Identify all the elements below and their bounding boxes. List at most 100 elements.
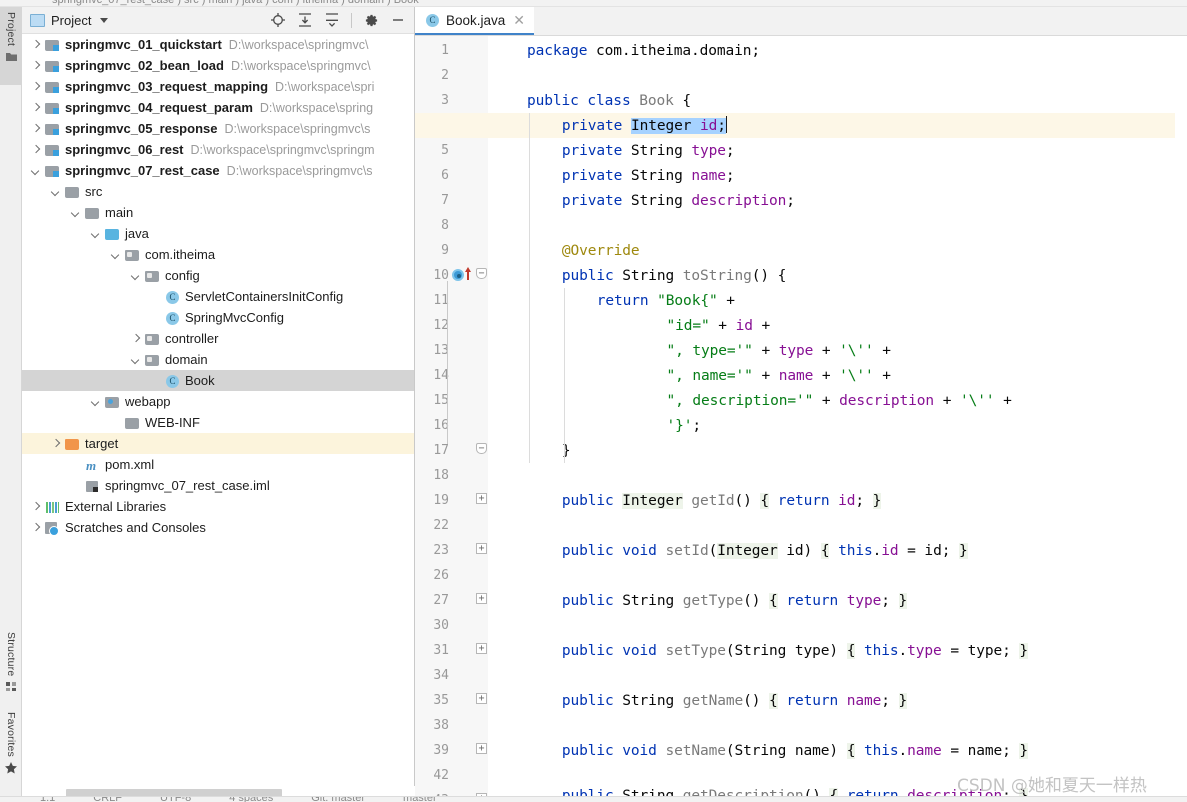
hide-panel-icon[interactable] (390, 12, 406, 28)
chevron-right-icon[interactable] (30, 81, 42, 93)
gutter-line-34[interactable]: 34 (415, 663, 488, 688)
fold-expand-icon[interactable]: + (476, 493, 487, 504)
chevron-down-icon[interactable] (30, 165, 42, 177)
gutter-line-17[interactable]: 17 − (415, 438, 488, 463)
chevron-right-icon[interactable] (30, 501, 42, 513)
editor-gutter[interactable]: 12345678910−11121314151617−1819+2223+262… (415, 36, 488, 802)
code-line-6[interactable]: private String name; (562, 163, 735, 188)
chevron-right-icon[interactable] (30, 522, 42, 534)
tree-node-com-itheima[interactable]: com.itheima (22, 244, 414, 265)
gutter-line-16[interactable]: 16 (415, 413, 488, 438)
tree-node-controller[interactable]: controller (22, 328, 414, 349)
code-text[interactable]: package com.itheima.domain; public class … (415, 36, 1187, 802)
collapse-all-icon[interactable] (324, 12, 340, 28)
gutter-line-30[interactable]: 30 (415, 613, 488, 638)
fold-end-icon[interactable]: − (476, 443, 487, 454)
fold-expand-icon[interactable]: + (476, 643, 487, 654)
settings-gear-icon[interactable] (363, 12, 379, 28)
tree-node-web-inf[interactable]: WEB-INF (22, 412, 414, 433)
tree-node-target[interactable]: target (22, 433, 414, 454)
tree-node-springmvc-05-response[interactable]: springmvc_05_response D:\workspace\spring… (22, 118, 414, 139)
tree-node-springmvc-04-request-param[interactable]: springmvc_04_request_param D:\workspace\s… (22, 97, 414, 118)
gutter-line-35[interactable]: 35 + (415, 688, 488, 713)
tree-node-springmvc-03-request-mapping[interactable]: springmvc_03_request_mapping D:\workspace… (22, 76, 414, 97)
chevron-right-icon[interactable] (30, 60, 42, 72)
status-item[interactable]: 1:1 (40, 797, 55, 802)
status-item[interactable]: CRLF (93, 797, 122, 802)
project-tree[interactable]: springmvc_01_quickstart D:\workspace\spri… (22, 34, 414, 786)
chevron-right-icon[interactable] (50, 438, 62, 450)
code-line-4[interactable]: private Integer id; (562, 113, 728, 138)
tree-node-external-libraries[interactable]: External Libraries (22, 496, 414, 517)
gutter-line-18[interactable]: 18 (415, 463, 488, 488)
status-item[interactable]: UTF-8 (160, 797, 191, 802)
code-line-10[interactable]: public String toString() { (562, 263, 787, 288)
tree-node-src[interactable]: src (22, 181, 414, 202)
chevron-right-icon[interactable] (30, 39, 42, 51)
gutter-line-14[interactable]: 14 (415, 363, 488, 388)
chevron-down-icon[interactable] (50, 186, 62, 198)
gutter-line-38[interactable]: 38 (415, 713, 488, 738)
tree-node-book[interactable]: C Book (22, 370, 414, 391)
chevron-right-icon[interactable] (130, 333, 142, 345)
status-item[interactable]: master (403, 797, 437, 802)
code-line-5[interactable]: private String type; (562, 138, 735, 163)
code-editor[interactable]: 12345678910−11121314151617−1819+2223+262… (415, 36, 1187, 802)
override-method-marker-icon[interactable] (452, 269, 464, 281)
gutter-line-8[interactable]: 8 (415, 213, 488, 238)
code-line-31[interactable]: public void setType (String type) { this.… (562, 638, 1028, 663)
rail-button-structure[interactable]: Structure (0, 627, 22, 705)
chevron-right-icon[interactable] (30, 123, 42, 135)
tree-node-springmvc-06-rest[interactable]: springmvc_06_rest D:\workspace\springmvc\… (22, 139, 414, 160)
gutter-line-39[interactable]: 39 + (415, 738, 488, 763)
gutter-line-9[interactable]: 9 (415, 238, 488, 263)
gutter-line-22[interactable]: 22 (415, 513, 488, 538)
code-line-12[interactable]: "id=" + id + (667, 313, 771, 338)
tree-node-springmvcconfig[interactable]: C SpringMvcConfig (22, 307, 414, 328)
gutter-line-26[interactable]: 26 (415, 563, 488, 588)
chevron-down-icon[interactable] (110, 249, 122, 261)
fold-collapse-icon[interactable]: − (476, 268, 487, 279)
gutter-line-6[interactable]: 6 (415, 163, 488, 188)
fold-expand-icon[interactable]: + (476, 693, 487, 704)
chevron-down-icon[interactable] (90, 396, 102, 408)
gutter-line-27[interactable]: 27 + (415, 588, 488, 613)
gutter-line-15[interactable]: 15 (415, 388, 488, 413)
gutter-line-23[interactable]: 23 + (415, 538, 488, 563)
expand-all-icon[interactable] (297, 12, 313, 28)
code-line-23[interactable]: public void setId(Integer id) { this. id … (562, 538, 968, 563)
code-line-35[interactable]: public String getName() { return name; } (562, 688, 907, 713)
gutter-line-3[interactable]: 3 (415, 88, 488, 113)
code-line-19[interactable]: public Integer getId() { return id; } (562, 488, 881, 513)
chevron-down-icon[interactable] (100, 17, 109, 23)
gutter-line-11[interactable]: 11 (415, 288, 488, 313)
tree-node-main[interactable]: main (22, 202, 414, 223)
gutter-line-12[interactable]: 12 (415, 313, 488, 338)
code-line-3[interactable]: public class Book { (527, 88, 691, 113)
chevron-right-icon[interactable] (30, 144, 42, 156)
chevron-down-icon[interactable] (130, 270, 142, 282)
status-item[interactable]: Git: master (311, 797, 365, 802)
chevron-down-icon[interactable] (90, 228, 102, 240)
tree-node-springmvc-07-rest-case-iml[interactable]: springmvc_07_rest_case.iml (22, 475, 414, 496)
code-line-13[interactable]: ", type='" + type + '\'' + (667, 338, 892, 363)
rail-button-project[interactable]: Project (0, 7, 22, 85)
gutter-line-19[interactable]: 19 + (415, 488, 488, 513)
tree-node-springmvc-02-bean-load[interactable]: springmvc_02_bean_load D:\workspace\sprin… (22, 55, 414, 76)
locate-in-tree-icon[interactable] (270, 12, 286, 28)
code-line-14[interactable]: ", name='" + name + '\'' + (667, 363, 892, 388)
tree-node-java[interactable]: java (22, 223, 414, 244)
gutter-line-1[interactable]: 1 (415, 38, 488, 63)
breadcrumb-bar[interactable]: springmvc_07_rest_case ) src ) main ) ja… (0, 0, 1187, 7)
fold-expand-icon[interactable]: + (476, 543, 487, 554)
tree-node-servletcontainersinitconfig[interactable]: C ServletContainersInitConfig (22, 286, 414, 307)
chevron-down-icon[interactable] (70, 207, 82, 219)
gutter-line-5[interactable]: 5 (415, 138, 488, 163)
code-line-11[interactable]: return "Book{" + (597, 288, 735, 313)
tree-node-scratches-and-consoles[interactable]: Scratches and Consoles (22, 517, 414, 538)
code-line-7[interactable]: private String description; (562, 188, 795, 213)
tree-node-domain[interactable]: domain (22, 349, 414, 370)
chevron-down-icon[interactable] (130, 354, 142, 366)
code-line-1[interactable]: package com.itheima.domain; (527, 38, 760, 63)
tab-book-java[interactable]: C Book.java ✕ (415, 7, 535, 35)
